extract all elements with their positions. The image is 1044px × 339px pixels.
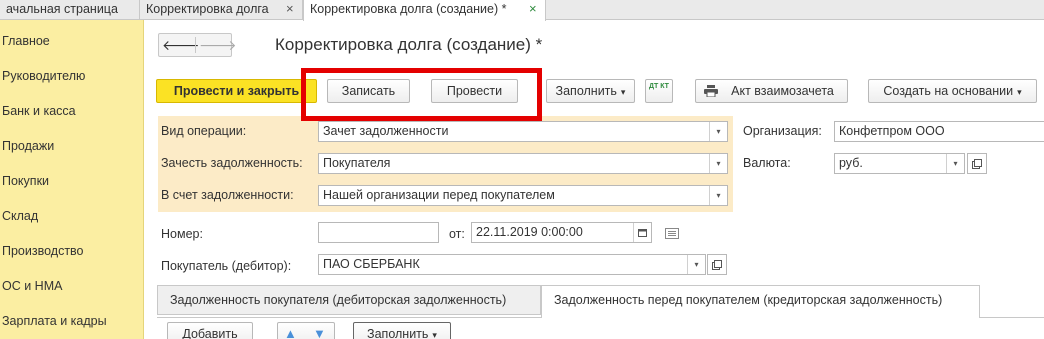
tab-payables[interactable]: Задолженность перед покупателем (кредито…	[541, 285, 980, 318]
currency-label: Валюта:	[743, 156, 791, 170]
buyer-value: ПАО СБЕРБАНК	[323, 257, 420, 271]
against-debt-select[interactable]: Нашей организации перед покупателем ▾	[318, 185, 728, 206]
chevron-down-icon: ▾	[1017, 87, 1022, 97]
date-label: от:	[449, 227, 465, 241]
operation-type-label: Вид операции:	[161, 124, 247, 138]
operation-type-value: Зачет задолженности	[323, 124, 449, 138]
document-form: 🡐 🡒 Корректировка долга (создание) * Про…	[145, 21, 1044, 339]
post-and-close-label: Провести и закрыть	[173, 84, 300, 98]
offset-debt-label: Зачесть задолженность:	[161, 156, 303, 170]
sidebar-item-bank-cash[interactable]: Банк и касса	[2, 104, 76, 118]
history-nav: 🡐 🡒	[158, 33, 237, 57]
tab-receivables-label: Задолженность покупателя (дебиторская за…	[170, 293, 507, 307]
tab-payables-label: Задолженность перед покупателем (кредито…	[554, 293, 943, 307]
tab-receivables[interactable]: Задолженность покупателя (дебиторская за…	[157, 285, 541, 315]
dt-kt-icon: ДТ КТ	[649, 83, 669, 90]
sidebar-item-manager[interactable]: Руководителю	[2, 69, 85, 83]
tab-home[interactable]: ачальная страница	[0, 0, 140, 20]
divider	[195, 37, 196, 53]
against-debt-value: Нашей организации перед покупателем	[323, 188, 555, 202]
buyer-label: Покупатель (дебитор):	[161, 259, 292, 273]
tab-debt-adjustment-label: Корректировка долга	[146, 2, 269, 16]
sidebar-item-fixed-assets[interactable]: ОС и НМА	[2, 279, 62, 293]
comment-icon[interactable]	[665, 227, 679, 239]
date-value: 22.11.2019 0:00:00	[476, 225, 583, 239]
move-up-icon[interactable]: ▲	[284, 323, 297, 339]
offset-debt-value: Покупателя	[323, 156, 391, 170]
close-icon[interactable]: ×	[286, 0, 294, 18]
calendar-icon[interactable]	[633, 223, 651, 242]
open-form-icon	[712, 260, 722, 270]
sidebar: Главное Руководителю Банк и касса Продаж…	[0, 20, 144, 339]
buyer-select[interactable]: ПАО СБЕРБАНК ▾	[318, 254, 706, 275]
create-based-on-button[interactable]: Создать на основании ▾	[868, 79, 1037, 103]
date-field[interactable]: 22.11.2019 0:00:00	[471, 222, 652, 243]
fill-label: Заполнить	[555, 84, 617, 98]
organization-value: Конфетпром ООО	[839, 124, 945, 138]
forward-arrow-icon[interactable]: 🡒	[199, 36, 237, 54]
operation-type-select[interactable]: Зачет задолженности ▾	[318, 121, 728, 142]
currency-value: руб.	[839, 156, 863, 170]
sidebar-item-payroll[interactable]: Зарплата и кадры	[2, 314, 107, 328]
table-fill-button[interactable]: Заполнить ▾	[353, 322, 451, 339]
sidebar-item-warehouse[interactable]: Склад	[2, 209, 38, 223]
open-form-icon	[972, 159, 982, 169]
chevron-down-icon[interactable]: ▾	[709, 186, 727, 205]
table-fill-label: Заполнить	[367, 327, 429, 339]
currency-select[interactable]: руб. ▾	[834, 153, 965, 174]
offset-debt-select[interactable]: Покупателя ▾	[318, 153, 728, 174]
post-and-close-button[interactable]: Провести и закрыть	[156, 79, 317, 103]
annotation-highlight-frame	[301, 68, 542, 121]
tab-debt-adjustment-create-label: Корректировка долга (создание) *	[310, 2, 507, 16]
chevron-down-icon: ▾	[432, 330, 437, 339]
print-act-button[interactable]: Акт взаимозачета	[695, 79, 848, 103]
number-field[interactable]	[318, 222, 439, 243]
sidebar-item-sales[interactable]: Продажи	[2, 139, 54, 153]
move-down-icon[interactable]: ▼	[313, 323, 326, 339]
chevron-down-icon[interactable]: ▾	[946, 154, 964, 173]
sidebar-item-purchases[interactable]: Покупки	[2, 174, 49, 188]
create-based-on-label: Создать на основании	[883, 84, 1014, 98]
open-currency-button[interactable]	[967, 153, 987, 174]
fill-button[interactable]: Заполнить ▾	[546, 79, 635, 103]
sidebar-item-main[interactable]: Главное	[2, 34, 50, 48]
organization-field[interactable]: Конфетпром ООО	[834, 121, 1044, 142]
close-icon[interactable]: ×	[529, 0, 537, 18]
tab-bar: ачальная страница Корректировка долга × …	[0, 0, 1044, 21]
printer-icon	[704, 85, 718, 97]
reorder-buttons: ▲ ▼	[277, 322, 335, 339]
tab-home-label: ачальная страница	[6, 2, 118, 16]
chevron-down-icon[interactable]: ▾	[687, 255, 705, 274]
organization-label: Организация:	[743, 124, 822, 138]
print-act-label: Акт взаимозачета	[731, 84, 834, 98]
dt-kt-button[interactable]: ДТ КТ	[645, 79, 673, 103]
page-title: Корректировка долга (создание) *	[275, 35, 543, 54]
open-buyer-button[interactable]	[707, 254, 727, 275]
sidebar-item-production[interactable]: Производство	[2, 244, 84, 258]
tab-debt-adjustment-create[interactable]: Корректировка долга (создание) * ×	[303, 0, 546, 21]
add-row-button[interactable]: Добавить	[167, 322, 253, 339]
against-debt-label: В счет задолженности:	[161, 188, 294, 202]
chevron-down-icon[interactable]: ▾	[709, 154, 727, 173]
back-arrow-icon[interactable]: 🡐	[162, 36, 200, 54]
number-label: Номер:	[161, 227, 203, 241]
add-row-label: Добавить	[182, 327, 238, 339]
chevron-down-icon[interactable]: ▾	[709, 122, 727, 141]
tab-debt-adjustment[interactable]: Корректировка долга ×	[140, 0, 303, 20]
chevron-down-icon: ▾	[620, 87, 626, 97]
